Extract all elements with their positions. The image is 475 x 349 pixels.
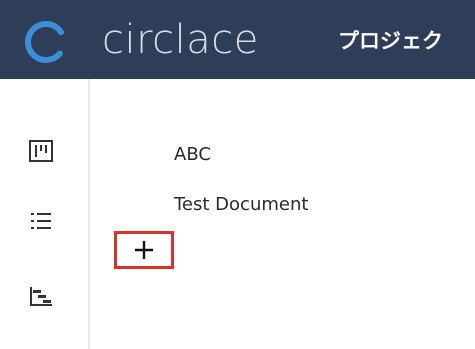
gantt-icon[interactable]	[28, 284, 54, 308]
list-item[interactable]: ABC	[174, 143, 211, 167]
sidebar	[0, 79, 90, 349]
list-item[interactable]: Test Document	[174, 193, 308, 217]
circlace-logo-icon[interactable]	[22, 18, 70, 66]
app-header: circlace プロジェク	[0, 0, 475, 79]
add-item-button[interactable]	[114, 231, 174, 269]
nav-project-title[interactable]: プロジェク	[338, 26, 443, 56]
list-icon[interactable]	[28, 209, 54, 233]
plus-icon	[135, 241, 153, 259]
app-logo-text[interactable]: circlace	[102, 16, 259, 64]
board-icon[interactable]	[28, 139, 54, 163]
